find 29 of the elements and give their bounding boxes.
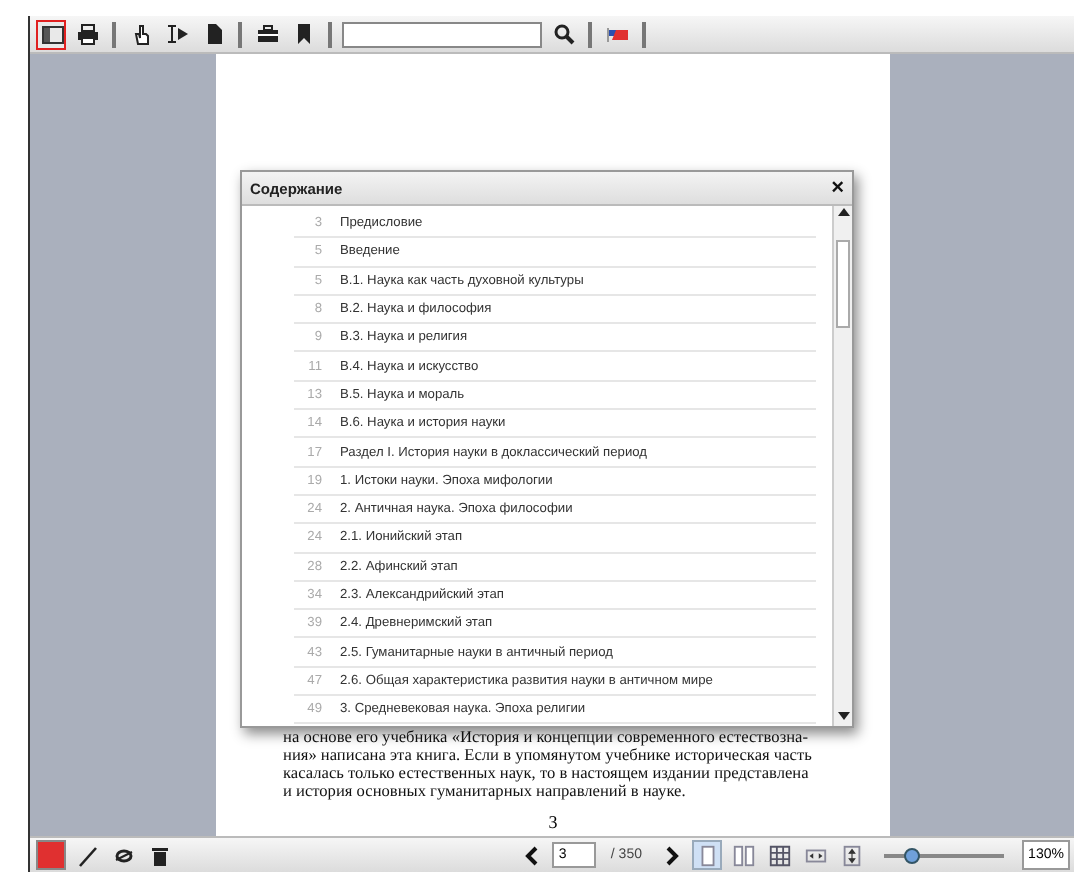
scroll-thumb[interactable] bbox=[836, 240, 850, 328]
text-line: и история основных гуманитарных направлений в науке. bbox=[283, 782, 688, 800]
print-icon bbox=[75, 22, 99, 46]
search-icon bbox=[551, 22, 575, 46]
text-line: на основе его учебника «История и концепции современного естествозна- bbox=[283, 728, 810, 746]
grid-button[interactable] bbox=[764, 840, 794, 870]
text-line: касалась только естественных наук, то в настоящем издании представлена bbox=[283, 764, 811, 782]
text-select-icon bbox=[165, 22, 189, 46]
two-page-icon bbox=[731, 843, 755, 867]
flag-icon bbox=[605, 22, 629, 46]
grid-icon bbox=[767, 843, 791, 867]
briefcase-icon bbox=[255, 22, 279, 46]
page-number: 3 bbox=[548, 812, 558, 832]
hand-icon bbox=[129, 22, 153, 46]
pen-icon bbox=[75, 843, 99, 867]
fit-height-icon bbox=[839, 843, 863, 867]
scrollbar[interactable] bbox=[832, 206, 852, 726]
scroll-down-icon[interactable] bbox=[837, 710, 849, 722]
panel-icon bbox=[39, 22, 63, 46]
text-select-button[interactable] bbox=[162, 19, 192, 49]
slider-thumb[interactable] bbox=[903, 847, 920, 863]
close-button[interactable]: × bbox=[831, 177, 844, 199]
text-line: ния» написана эта книга. Если в упомянутом учебнике историческая часть bbox=[283, 746, 814, 764]
two-page-button[interactable] bbox=[728, 840, 758, 870]
print-button[interactable] bbox=[72, 19, 102, 49]
color-picker-button[interactable] bbox=[36, 840, 66, 870]
panel-button[interactable] bbox=[36, 19, 66, 49]
search-field[interactable] bbox=[342, 21, 542, 47]
trash-icon bbox=[147, 843, 171, 867]
